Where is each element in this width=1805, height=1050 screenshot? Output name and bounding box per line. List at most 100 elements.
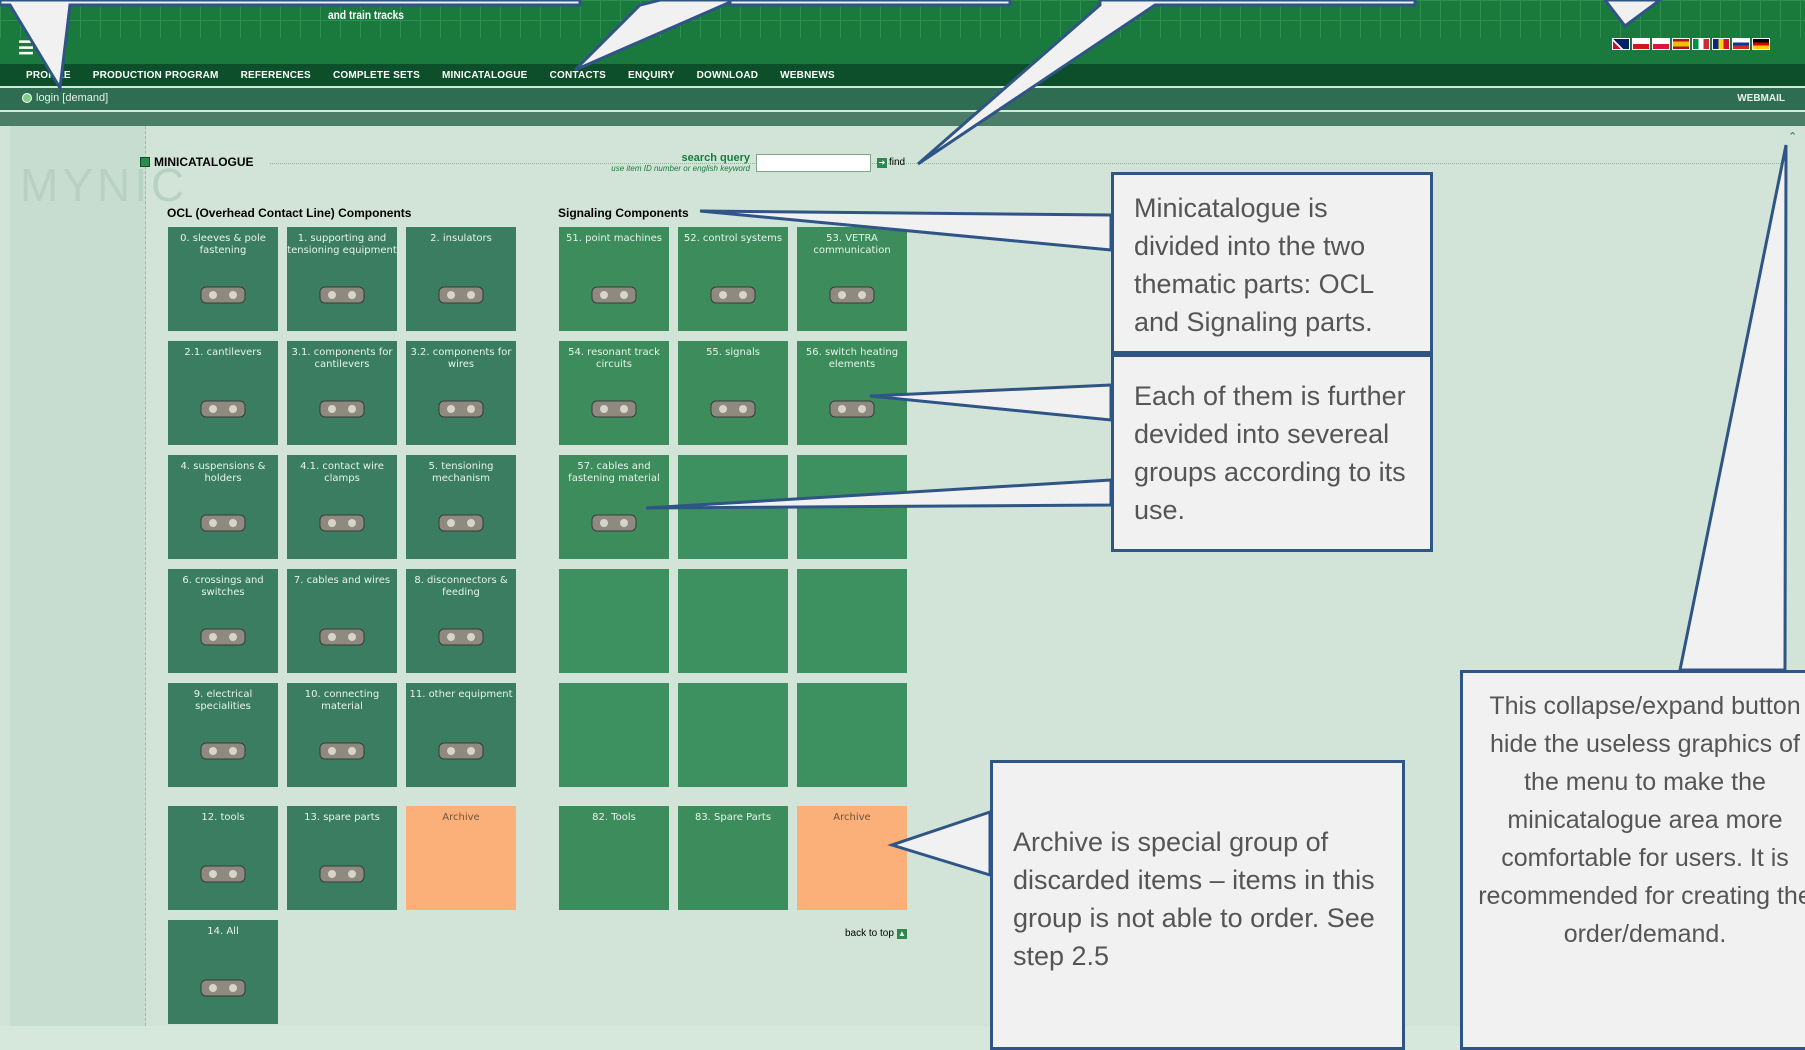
section-marker-icon xyxy=(140,157,150,167)
tile-label: 12. tools xyxy=(201,812,245,823)
tile-label: 6. crossings and switches xyxy=(182,575,264,598)
ocl-tile[interactable]: 2. insulators xyxy=(406,227,516,331)
signaling-tile xyxy=(559,683,669,787)
signaling-tile xyxy=(797,569,907,673)
main-nav: PROFILE PRODUCTION PROGRAM REFERENCES CO… xyxy=(0,64,1805,86)
tile-label: 14. All xyxy=(207,926,239,937)
nav-minicatalogue[interactable]: MINICATALOGUE xyxy=(442,70,528,81)
tile-label: 57. cables and fastening material xyxy=(568,461,660,484)
signaling-tile xyxy=(678,683,788,787)
tile-label: 52. control systems xyxy=(683,233,783,244)
slogan: and train tracks xyxy=(328,8,404,22)
meter-icon xyxy=(193,729,253,773)
plate-icon xyxy=(312,852,372,896)
tile-label: 2.1. cantilevers xyxy=(184,347,262,358)
find-button[interactable]: ➜ find xyxy=(877,157,905,168)
nav-complete-sets[interactable]: COMPLETE SETS xyxy=(333,70,420,81)
collapse-expand-button[interactable]: ⌃ xyxy=(1788,130,1797,143)
clamp-icon xyxy=(193,273,253,317)
dotted-divider xyxy=(270,163,1785,164)
login-link[interactable]: login [demand] xyxy=(22,92,108,104)
ocl-tile[interactable]: 13. spare parts xyxy=(287,806,397,910)
tile-label: 4. suspensions & holders xyxy=(180,461,266,484)
ocl-tile[interactable]: 7. cables and wires xyxy=(287,569,397,673)
cable-icon xyxy=(584,501,644,545)
ocl-tile[interactable]: 4. suspensions & holders xyxy=(168,455,278,559)
company-logo[interactable]: ☰ EL xyxy=(18,38,62,59)
signaling-tile[interactable]: 57. cables and fastening material xyxy=(559,455,669,559)
callout-collapse: This collapse/expand button hide the use… xyxy=(1460,670,1805,1050)
switch-icon xyxy=(193,615,253,659)
signaling-tile[interactable]: 82. Tools xyxy=(559,806,669,910)
flag-cz-icon[interactable] xyxy=(1632,38,1650,50)
signaling-tile xyxy=(797,455,907,559)
flag-en-icon[interactable] xyxy=(1612,38,1630,50)
header-banner: and train tracks xyxy=(0,0,1805,38)
flag-de-icon[interactable] xyxy=(1752,38,1770,50)
wheel-icon xyxy=(431,501,491,545)
tile-label: 4.1. contact wire clamps xyxy=(300,461,384,484)
ocl-tile[interactable]: 8. disconnectors & feeding xyxy=(406,569,516,673)
nav-production-program[interactable]: PRODUCTION PROGRAM xyxy=(93,70,219,81)
tile-label: Archive xyxy=(833,812,871,823)
logo-mark-icon: ☰ xyxy=(18,38,35,58)
tile-label: 1. supporting and tensioning equipment xyxy=(287,233,397,256)
tile-label: 5. tensioning mechanism xyxy=(428,461,494,484)
ocl-tile[interactable]: 3.2. components for wires xyxy=(406,341,516,445)
cable-icon xyxy=(312,615,372,659)
ocl-tile[interactable]: 11. other equipment xyxy=(406,683,516,787)
ocl-tile[interactable]: Archive xyxy=(406,806,516,910)
search-input[interactable] xyxy=(756,154,871,172)
fitting-icon xyxy=(312,387,372,431)
ocl-tile[interactable]: 9. electrical specialities xyxy=(168,683,278,787)
signaling-tile[interactable]: 51. point machines xyxy=(559,227,669,331)
flag-ro-icon[interactable] xyxy=(1712,38,1730,50)
ocl-tile[interactable]: 0. sleeves & pole fastening xyxy=(168,227,278,331)
signaling-tile[interactable]: Archive xyxy=(797,806,907,910)
tile-label: 53. VETRA communication xyxy=(813,233,891,256)
nav-enquiry[interactable]: ENQUIRY xyxy=(628,70,675,81)
signaling-tile[interactable]: 55. signals xyxy=(678,341,788,445)
logo-band xyxy=(0,38,1805,64)
ocl-tile[interactable]: 5. tensioning mechanism xyxy=(406,455,516,559)
ocl-tile[interactable]: 14. All xyxy=(168,920,278,1024)
ocl-tile[interactable]: 10. connecting material xyxy=(287,683,397,787)
signaling-tile[interactable]: 54. resonant track circuits xyxy=(559,341,669,445)
tile-label: 51. point machines xyxy=(566,233,662,244)
flag-ru-icon[interactable] xyxy=(1732,38,1750,50)
nav-download[interactable]: DOWNLOAD xyxy=(697,70,759,81)
bolt-icon xyxy=(312,729,372,773)
ocl-tile[interactable]: 2.1. cantilevers xyxy=(168,341,278,445)
tile-label: 2. insulators xyxy=(430,233,492,244)
nav-profile[interactable]: PROFILE xyxy=(26,70,71,81)
tile-label: 9. electrical specialities xyxy=(193,689,253,712)
ocl-tile[interactable]: 12. tools xyxy=(168,806,278,910)
signaling-tile[interactable]: 56. switch heating elements xyxy=(797,341,907,445)
webmail-link[interactable]: WEBMAIL xyxy=(1737,93,1785,104)
language-flags xyxy=(1612,38,1770,52)
signaling-tile[interactable]: 83. Spare Parts xyxy=(678,806,788,910)
tile-label: 3.2. components for wires xyxy=(410,347,512,370)
ocl-tile[interactable]: 4.1. contact wire clamps xyxy=(287,455,397,559)
wire-clamp-icon xyxy=(312,501,372,545)
login-dot-icon xyxy=(22,93,32,103)
signaling-tile[interactable]: 53. VETRA communication xyxy=(797,227,907,331)
signaling-tile[interactable]: 52. control systems xyxy=(678,227,788,331)
flag-pl-icon[interactable] xyxy=(1652,38,1670,50)
back-to-top-link[interactable]: back to top ▲ xyxy=(845,928,907,939)
cabinet-icon xyxy=(703,273,763,317)
nav-contacts[interactable]: CONTACTS xyxy=(550,70,606,81)
nav-references[interactable]: REFERENCES xyxy=(241,70,311,81)
nav-webnews[interactable]: WEBNEWS xyxy=(780,70,835,81)
page-title: MINICATALOGUE xyxy=(140,155,254,169)
flag-es-icon[interactable] xyxy=(1672,38,1690,50)
ocl-tile[interactable]: 1. supporting and tensioning equipment xyxy=(287,227,397,331)
signaling-tile xyxy=(678,569,788,673)
left-sidebar xyxy=(10,126,146,1026)
flag-it-icon[interactable] xyxy=(1692,38,1710,50)
ocl-tile[interactable]: 6. crossings and switches xyxy=(168,569,278,673)
tile-label: 56. switch heating elements xyxy=(805,347,899,370)
tube-icon xyxy=(193,387,253,431)
ocl-tile[interactable]: 3.1. components for cantilevers xyxy=(287,341,397,445)
tile-label: 11. other equipment xyxy=(409,689,513,700)
